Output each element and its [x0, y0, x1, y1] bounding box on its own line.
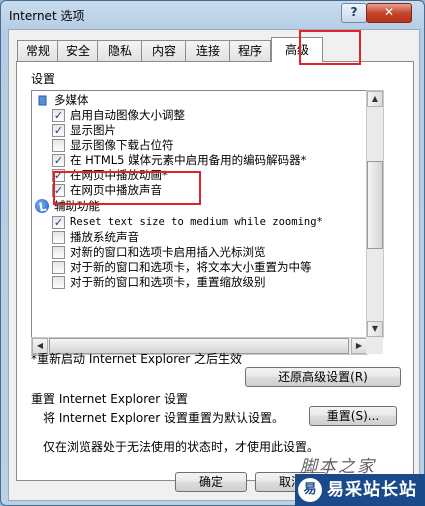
advanced-tab-highlight	[299, 30, 361, 65]
restart-note: *重新启动 Internet Explorer 之后生效	[31, 352, 243, 366]
scroll-right-button[interactable]: ▶	[351, 338, 367, 354]
dialog-window: Internet 选项 ? ✕ 常规 安全 隐私 内容 连接 程序 高级 设置 …	[0, 0, 425, 506]
option-show-pictures[interactable]: ✓ 显示图片	[52, 123, 362, 138]
option-html5-alt-codecs[interactable]: ✓ 在 HTML5 媒体元素中启用备用的编码解码器*	[52, 153, 366, 168]
sound-animation-highlight	[53, 171, 201, 205]
checkbox[interactable]: ✓	[52, 109, 65, 122]
brand-icon: 易	[298, 478, 322, 502]
window-title: Internet 选项	[9, 9, 85, 23]
tab-content[interactable]: 内容	[141, 40, 187, 61]
option-reset-text-size-new-windows[interactable]: 对于新的窗口和选项卡，将文本大小重置为中等	[52, 260, 366, 275]
checkbox[interactable]	[52, 231, 65, 244]
option-auto-resize-images[interactable]: ✓ 启用自动图像大小调整	[52, 108, 362, 123]
settings-heading: 设置	[31, 72, 56, 86]
dialog-client: 常规 安全 隐私 内容 连接 程序 高级 设置 多媒体 ✓ 启用自动图像大小调整 …	[8, 29, 420, 501]
reset-note: 仅在浏览器处于无法使用的状态时，才使用此设置。	[43, 440, 320, 454]
help-button[interactable]: ?	[341, 3, 367, 23]
option-reset-zoom-new-windows[interactable]: 对于新的窗口和选项卡，重置缩放级别	[52, 275, 366, 290]
option-reset-text-size[interactable]: ✓ Reset text size to medium while zooming…	[52, 215, 366, 230]
settings-list[interactable]: 多媒体 ✓ 启用自动图像大小调整 ✓ 显示图片 显示图像下载占位符 ✓ 在 HTML5…	[31, 90, 367, 338]
title-bar[interactable]: Internet 选项 ? ✕	[1, 1, 424, 29]
reset-heading: 重置 Internet Explorer 设置	[31, 392, 189, 406]
tab-general[interactable]: 常规	[17, 40, 59, 61]
scrollbar-corner	[366, 337, 383, 354]
scroll-up-button[interactable]: ▲	[367, 91, 383, 107]
tab-programs[interactable]: 程序	[229, 40, 271, 61]
accessibility-icon	[35, 199, 49, 213]
tab-security[interactable]: 安全	[57, 40, 99, 61]
reset-button[interactable]: 重置(S)...	[309, 406, 397, 426]
advanced-panel: 设置 多媒体 ✓ 启用自动图像大小调整 ✓ 显示图片 显示图像下载占位符 ✓ 在 HT…	[16, 61, 414, 481]
checkbox[interactable]	[52, 246, 65, 259]
checkbox[interactable]	[52, 139, 65, 152]
scroll-down-button[interactable]: ▼	[367, 321, 383, 337]
option-caret-browsing[interactable]: 对新的窗口和选项卡启用插入光标浏览	[52, 245, 366, 260]
tab-connections[interactable]: 连接	[185, 40, 231, 61]
scroll-thumb[interactable]	[367, 161, 383, 249]
close-button[interactable]: ✕	[366, 3, 412, 23]
checkbox[interactable]: ✓	[52, 124, 65, 137]
option-play-system-sounds[interactable]: 播放系统声音	[52, 230, 362, 245]
checkbox[interactable]: ✓	[52, 216, 65, 229]
checkbox[interactable]	[52, 276, 65, 289]
tab-privacy[interactable]: 隐私	[97, 40, 143, 61]
restore-advanced-button[interactable]: 还原高级设置(R)	[245, 367, 401, 387]
option-show-image-placeholders[interactable]: 显示图像下载占位符	[52, 138, 362, 153]
group-multimedia: 多媒体	[32, 93, 362, 108]
brand-text: 易采站长站	[327, 480, 417, 500]
brand-logo: 易 易采站长站	[295, 474, 425, 506]
ok-button[interactable]: 确定	[175, 472, 247, 492]
checkbox[interactable]: ✓	[52, 154, 65, 167]
reset-description: 将 Internet Explorer 设置重置为默认设置。	[43, 411, 285, 425]
checkbox[interactable]	[52, 261, 65, 274]
vertical-scrollbar[interactable]: ▲ ▼	[366, 90, 384, 338]
tree-node-icon	[38, 95, 47, 106]
